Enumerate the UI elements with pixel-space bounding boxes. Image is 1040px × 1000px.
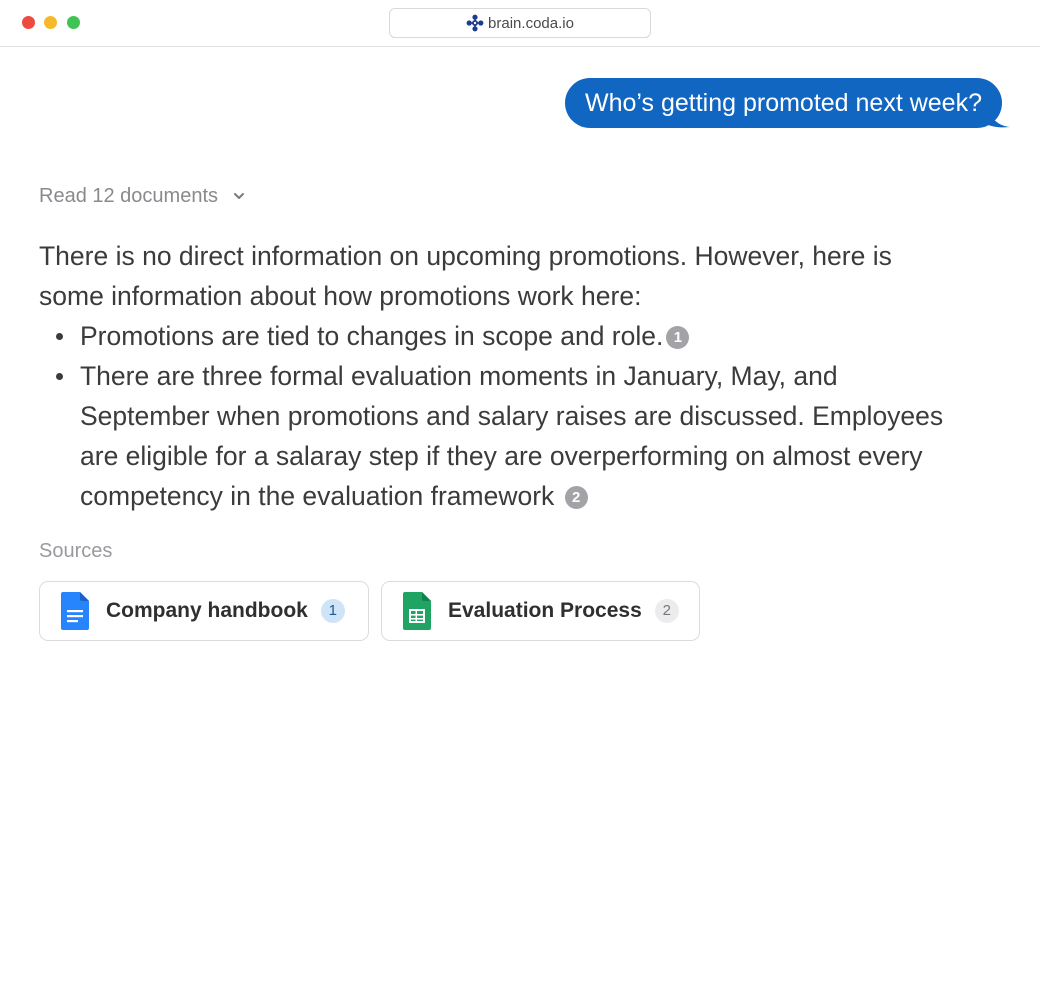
- address-bar-url: brain.coda.io: [488, 14, 574, 32]
- close-window-button[interactable]: [22, 16, 35, 29]
- user-message-text: Who’s getting promoted next week?: [585, 89, 982, 117]
- answer-bullet-list: Promotions are tied to changes in scope …: [39, 316, 959, 516]
- chevron-down-icon: [232, 189, 246, 203]
- citation-badge[interactable]: 1: [666, 326, 690, 349]
- minimize-window-button[interactable]: [44, 16, 57, 29]
- google-sheets-icon: [403, 592, 431, 630]
- zoom-window-button[interactable]: [67, 16, 80, 29]
- source-name: Evaluation Process: [448, 599, 642, 622]
- read-documents-toggle[interactable]: Read 12 documents: [39, 182, 246, 210]
- answer-bullet: There are three formal evaluation moment…: [56, 356, 959, 516]
- source-name: Company handbook: [106, 599, 308, 622]
- answer-bullet: Promotions are tied to changes in scope …: [56, 316, 959, 356]
- sources-heading: Sources: [39, 540, 113, 562]
- address-bar[interactable]: brain.coda.io: [389, 8, 651, 38]
- google-docs-icon: [61, 592, 89, 630]
- assistant-answer: There is no direct information on upcomi…: [39, 236, 959, 516]
- coda-brain-logo-icon: [466, 14, 484, 32]
- read-documents-label: Read 12 documents: [39, 184, 219, 207]
- answer-bullet-text: Promotions are tied to changes in scope …: [80, 321, 664, 351]
- source-card-evaluation-process[interactable]: Evaluation Process 2: [381, 581, 700, 641]
- answer-bullet-text: There are three formal evaluation moment…: [80, 361, 944, 511]
- answer-intro: There is no direct information on upcomi…: [39, 241, 892, 311]
- source-number-badge: 2: [654, 599, 679, 623]
- source-card-company-handbook[interactable]: Company handbook 1: [39, 581, 369, 641]
- user-message: Who’s getting promoted next week?: [565, 78, 1010, 128]
- window-titlebar: brain.coda.io: [0, 0, 1040, 47]
- citation-badge[interactable]: 2: [564, 486, 588, 509]
- user-message-bubble: Who’s getting promoted next week?: [565, 78, 1010, 128]
- source-number-badge: 1: [320, 599, 345, 623]
- bubble-tail-shape: [986, 106, 1010, 128]
